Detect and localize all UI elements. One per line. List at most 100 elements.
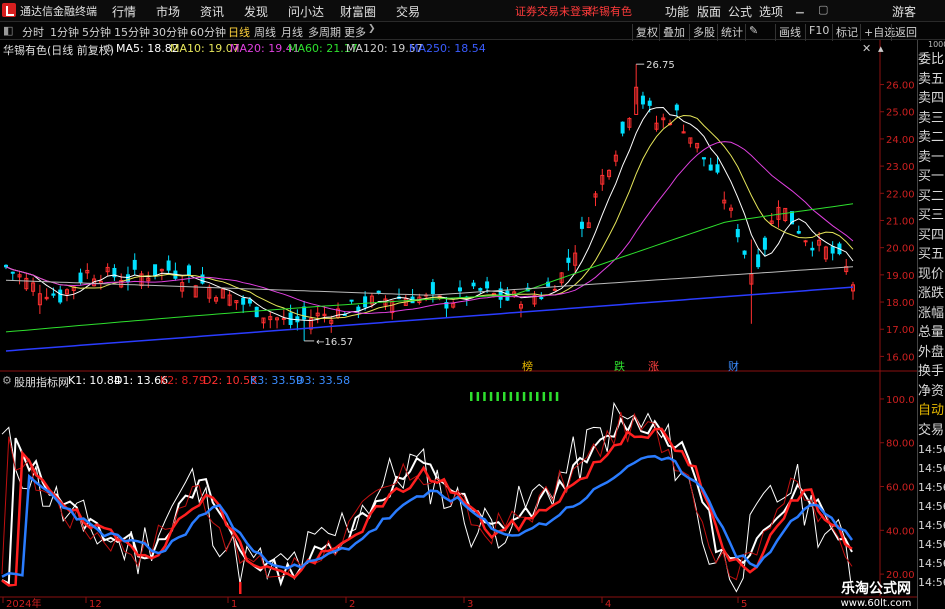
settings-gear-icon[interactable]: ⚙	[104, 42, 114, 55]
candle-body	[10, 271, 15, 274]
event-marker: 榜	[522, 359, 533, 373]
sell-signal-bar	[239, 582, 242, 594]
candle-body	[735, 228, 740, 238]
side-panel-item: 交易	[918, 422, 945, 438]
candle-body	[478, 288, 483, 291]
buy-signal-bar	[536, 392, 539, 401]
candle-body	[756, 254, 761, 268]
event-marker: 跌	[614, 359, 625, 373]
side-panel-item: 14:56	[918, 481, 945, 494]
buy-signal-bar	[496, 392, 499, 401]
chart-expand-icon[interactable]: ▴	[878, 42, 884, 55]
candle-body	[58, 289, 63, 303]
candle-body	[349, 299, 354, 302]
price-tick-label: 24.00	[886, 135, 915, 146]
candle-body	[640, 95, 645, 105]
indicator-tick-label: 60.00	[886, 483, 915, 494]
ma20-line	[5, 141, 854, 315]
side-panel-item: 外盘	[918, 344, 945, 360]
candle-body	[363, 296, 368, 308]
candle-body	[566, 257, 571, 263]
indicator-tick-label: 80.00	[886, 439, 915, 450]
time-tick-label: 3	[467, 599, 473, 609]
candle-body	[430, 282, 435, 295]
candle-body	[153, 264, 158, 277]
candle-body	[674, 104, 679, 111]
side-panel-item: 14:56	[918, 462, 945, 475]
price-tick-label: 20.00	[886, 244, 915, 255]
candle-body	[254, 306, 259, 318]
candle-body	[302, 306, 307, 320]
buy-signal-bar	[503, 392, 506, 401]
candle-body	[241, 297, 246, 305]
side-panel-item: 换手	[918, 364, 945, 379]
candle-body	[471, 282, 476, 287]
price-tick-label: 26.00	[886, 81, 915, 92]
event-marker: 涨	[648, 360, 659, 373]
candle-body	[803, 240, 808, 243]
side-panel-item: 卖三	[918, 110, 945, 126]
side-panel-item: 现价	[918, 266, 945, 282]
time-tick-label: 1	[231, 599, 237, 609]
ma250-label: MA250: 18.54	[409, 42, 486, 55]
candle-body	[715, 164, 720, 173]
indicator-tick-label: 100.0	[886, 395, 915, 406]
price-tick-label: 21.00	[886, 216, 915, 227]
time-tick-label: 2	[349, 599, 355, 609]
candle-body	[708, 164, 713, 171]
k3-label: K3: 33.59	[250, 374, 303, 387]
candle-body	[166, 260, 171, 271]
high-price-label: 26.75	[646, 60, 675, 71]
price-tick-label: 22.00	[886, 189, 915, 200]
indicator-tick-label: 40.00	[886, 526, 915, 537]
candle-body	[620, 121, 625, 134]
side-panel-item: 卖五	[918, 71, 945, 87]
indicator-gear-icon[interactable]: ⚙	[2, 374, 12, 387]
candle-body	[762, 237, 767, 250]
candle-body	[796, 230, 801, 234]
buy-signal-bar	[555, 392, 559, 401]
candle-body	[579, 221, 584, 229]
price-tick-label: 23.00	[886, 162, 915, 173]
side-panel-item: 14:56	[918, 519, 945, 532]
indicator-name: 股朋指标网	[14, 376, 69, 389]
buy-signal-bar	[549, 392, 552, 401]
candle-body	[200, 274, 205, 284]
d2-line	[1, 427, 853, 587]
price-tick-label: 25.00	[886, 108, 915, 119]
price-tick-label: 19.00	[886, 271, 915, 282]
side-panel-item: 14:56	[918, 557, 945, 570]
side-panel-item: 买五	[918, 247, 945, 262]
candle-body	[457, 287, 462, 292]
candle-body	[51, 293, 56, 296]
side-top-value: 1000	[928, 40, 945, 49]
buy-signal-bar	[529, 392, 532, 401]
main-chart-header: 华锡有色(日线 前复权) ⚙ MA5: 18.82 MA10: 19.07 MA…	[0, 40, 916, 57]
buy-signal-bar	[522, 392, 526, 401]
d3-label: D3: 33.58	[296, 374, 351, 387]
candle-body	[186, 265, 191, 276]
candle-body	[132, 259, 137, 270]
buy-signal-bar	[516, 392, 519, 401]
k1-label: K1: 10.84	[68, 374, 121, 387]
time-tick-label: 2024年	[6, 597, 41, 609]
time-tick-label: 12	[89, 599, 102, 609]
ma5-line	[5, 106, 854, 322]
side-panel-item: 自动	[918, 403, 945, 418]
kline-chart[interactable]: 26.00 25.00 24.00 23.00 22.00 21.00 20.00 19.00…	[0, 0, 917, 609]
side-panel-item: 卖四	[918, 91, 945, 106]
watermark-title: 乐淘公式网	[841, 581, 911, 597]
ma250-line	[5, 286, 854, 352]
event-marker: 财	[728, 359, 739, 373]
candle-body	[830, 246, 835, 254]
chart-close-icon[interactable]: ✕	[862, 42, 871, 55]
side-panel-item: 涨幅	[918, 305, 945, 321]
ma10-line	[5, 114, 854, 320]
quote-side-panel: 1000 委比卖五卖四卖三卖二卖一买一买二买三买四买五现价涨跌涨幅总量外盘换手净…	[917, 40, 945, 609]
side-panel-item: 14:56	[918, 500, 945, 513]
low-price-label: ←16.57	[316, 337, 353, 348]
side-panel-item: 涨跌	[918, 286, 945, 301]
candle-body	[810, 247, 815, 251]
side-panel-item: 14:56	[918, 538, 945, 551]
side-panel-item: 14:56	[918, 443, 945, 456]
